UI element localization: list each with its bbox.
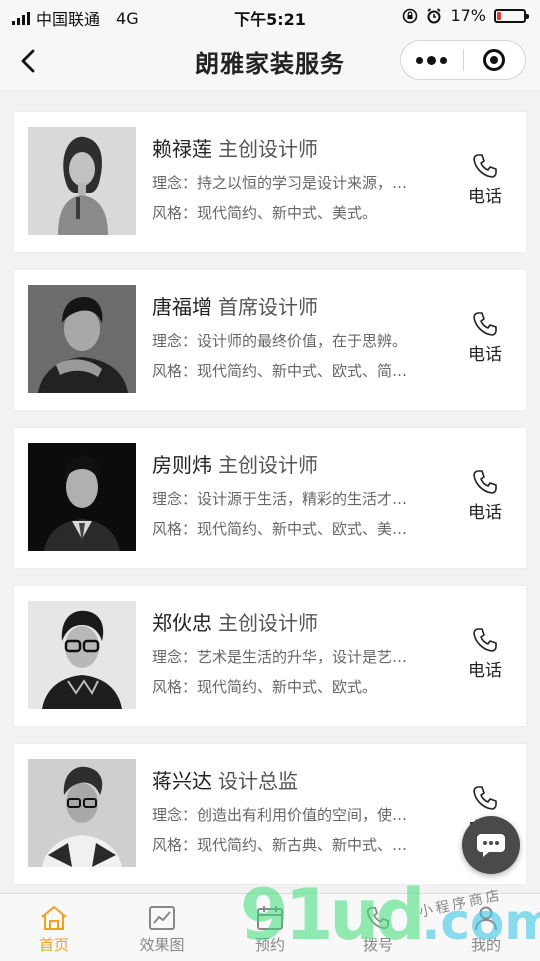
call-label: 电话: [468, 345, 502, 365]
designer-info: 唐福增 首席设计师 理念：设计师的最终价值，在于思辨。 风格：现代简约、新中式、欧…: [152, 294, 452, 382]
designer-title: 设计总监: [218, 769, 298, 793]
designer-card[interactable]: 蒋兴达 设计总监 理念：创造出有利用价值的空间，使… 风格：现代简约、新古典、新中…: [14, 744, 526, 884]
designer-philosophy: 理念：创造出有利用价值的空间，使…: [152, 806, 408, 824]
designer-name-line: 房则炜 主创设计师: [152, 452, 452, 478]
designer-style: 风格：现代简约、新古典、新中式、…: [152, 836, 408, 854]
customer-service-button[interactable]: [462, 816, 520, 874]
designer-photo: [28, 285, 136, 393]
battery-level: [497, 11, 501, 20]
close-miniprogram-button[interactable]: [463, 41, 525, 79]
target-icon: [483, 49, 506, 71]
tab-label: 首页: [38, 936, 69, 954]
designer-philosophy: 理念：设计师的最终价值，在于思辨。: [152, 332, 408, 350]
call-label: 电话: [468, 187, 502, 207]
chat-bubble-icon: [477, 834, 505, 857]
designer-name: 唐福增: [152, 295, 212, 319]
designer-info: 蒋兴达 设计总监 理念：创造出有利用价值的空间，使… 风格：现代简约、新古典、新中…: [152, 768, 452, 856]
designer-name: 郑伙忠: [152, 611, 212, 635]
tab-label: 效果图: [139, 936, 185, 954]
call-label: 电话: [468, 503, 502, 523]
phone-icon: [473, 312, 497, 336]
call-button[interactable]: 电话: [462, 626, 508, 681]
designer-card[interactable]: 郑伙忠 主创设计师 理念：艺术是生活的升华，设计是艺… 风格：现代简约、新中式、欧…: [14, 586, 526, 726]
designer-card[interactable]: 唐福增 首席设计师 理念：设计师的最终价值，在于思辨。 风格：现代简约、新中式、欧…: [14, 270, 526, 410]
designer-name-line: 蒋兴达 设计总监: [152, 768, 452, 794]
battery-percent: 17%: [450, 6, 486, 25]
call-label: 电话: [468, 661, 502, 681]
designer-info: 赖禄莲 主创设计师 理念：持之以恒的学习是设计来源，… 风格：现代简约、新中式、美…: [152, 136, 452, 224]
battery-icon: [494, 8, 529, 23]
designer-photo: [28, 127, 136, 235]
designer-title: 主创设计师: [218, 137, 318, 161]
designer-info: 郑伙忠 主创设计师 理念：艺术是生活的升华，设计是艺… 风格：现代简约、新中式、欧…: [152, 610, 452, 698]
designer-style: 风格：现代简约、新中式、欧式。: [152, 678, 378, 696]
designer-photo: [28, 601, 136, 709]
nav-bar: 朗雅家装服务: [0, 32, 540, 90]
designer-name-line: 郑伙忠 主创设计师: [152, 610, 452, 636]
watermark-mark: 91ud: [240, 874, 425, 956]
designer-photo: [28, 443, 136, 551]
designer-name: 蒋兴达: [152, 769, 212, 793]
phone-icon: [473, 470, 497, 494]
designer-style: 风格：现代简约、新中式、美式。: [152, 204, 378, 222]
designer-list: 赖禄莲 主创设计师 理念：持之以恒的学习是设计来源，… 风格：现代简约、新中式、美…: [14, 112, 526, 902]
designer-name-line: 唐福增 首席设计师: [152, 294, 452, 320]
designer-info: 房则炜 主创设计师 理念：设计源于生活，精彩的生活才… 风格：现代简约、新中式、欧…: [152, 452, 452, 540]
phone-icon: [473, 786, 497, 810]
designer-title: 首席设计师: [218, 295, 318, 319]
designer-card[interactable]: 赖禄莲 主创设计师 理念：持之以恒的学习是设计来源，… 风格：现代简约、新中式、美…: [14, 112, 526, 252]
designer-title: 主创设计师: [218, 611, 318, 635]
call-button[interactable]: 电话: [462, 310, 508, 365]
designer-philosophy: 理念：设计源于生活，精彩的生活才…: [152, 490, 408, 508]
call-button[interactable]: 电话: [462, 152, 508, 207]
tab-home[interactable]: 首页: [0, 894, 108, 961]
alarm-icon: [427, 7, 441, 23]
designer-philosophy: 理念：艺术是生活的升华，设计是艺…: [152, 648, 408, 666]
call-button[interactable]: 电话: [462, 468, 508, 523]
designer-name: 房则炜: [152, 453, 212, 477]
designer-style: 风格：现代简约、新中式、欧式、美…: [152, 520, 408, 538]
designer-card[interactable]: 房则炜 主创设计师 理念：设计源于生活，精彩的生活才… 风格：现代简约、新中式、欧…: [14, 428, 526, 568]
designer-style: 风格：现代简约、新中式、欧式、简…: [152, 362, 408, 380]
chart-icon: [149, 906, 175, 930]
designer-photo: [28, 759, 136, 867]
tab-renderings[interactable]: 效果图: [108, 894, 216, 961]
status-bar: 中国联通 4G 下午5:21 17%: [0, 0, 540, 32]
phone-icon: [473, 628, 497, 652]
more-options-button[interactable]: [401, 41, 463, 79]
designer-name-line: 赖禄莲 主创设计师: [152, 136, 452, 162]
status-right: 17%: [402, 6, 529, 25]
home-icon: [41, 906, 67, 930]
designer-philosophy: 理念：持之以恒的学习是设计来源，…: [152, 174, 408, 192]
rotation-lock-icon: [403, 8, 418, 23]
miniprogram-capsule: [400, 40, 526, 80]
phone-icon: [473, 154, 497, 178]
designer-title: 主创设计师: [218, 453, 318, 477]
designer-name: 赖禄莲: [152, 137, 212, 161]
